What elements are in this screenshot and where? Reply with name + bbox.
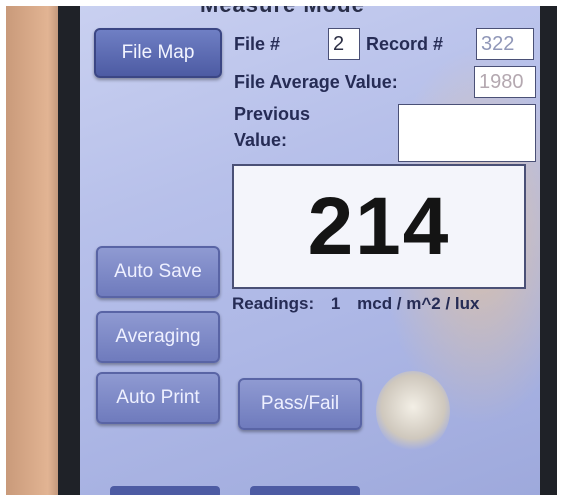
bottom-button-edge-right[interactable]	[250, 486, 360, 495]
readings-label: Readings:	[232, 294, 315, 313]
file-map-button[interactable]: File Map	[94, 28, 222, 78]
previous-value-label-line2: Value:	[234, 130, 288, 150]
pass-fail-label: Pass/Fail	[260, 393, 340, 414]
auto-save-button[interactable]: Auto Save	[96, 246, 220, 298]
device-screen: Measure Mode File Map Auto Save Averagin…	[80, 6, 540, 495]
reading-units: mcd / m^2 / lux	[357, 294, 480, 313]
record-number-field[interactable]: 322	[476, 28, 534, 60]
reading-value: 214	[307, 180, 451, 272]
photo-frame: Measure Mode File Map Auto Save Averagin…	[6, 6, 557, 495]
auto-save-label: Auto Save	[114, 261, 202, 282]
file-number-label: File #	[234, 34, 281, 54]
reading-display: 214	[232, 164, 526, 289]
file-number-field[interactable]: 2	[328, 28, 360, 60]
file-average-label: File Average Value:	[234, 72, 398, 92]
reflection-blob	[376, 371, 450, 451]
previous-value-field[interactable]	[398, 104, 536, 162]
file-map-label: File Map	[121, 42, 195, 63]
record-number-label: Record #	[366, 34, 444, 54]
screen-title: Measure Mode	[200, 6, 460, 17]
averaging-label: Averaging	[115, 326, 201, 347]
previous-value-label-line1: Previous	[234, 104, 311, 124]
readings-count: 1	[330, 294, 341, 313]
auto-print-button[interactable]: Auto Print	[96, 372, 220, 424]
pass-fail-button[interactable]: Pass/Fail	[238, 378, 362, 430]
bottom-button-edge-left[interactable]	[110, 486, 220, 495]
readings-row: Readings: 1 mcd / m^2 / lux	[232, 294, 532, 316]
file-average-field[interactable]: 1980	[474, 66, 536, 98]
auto-print-label: Auto Print	[116, 387, 200, 408]
averaging-button[interactable]: Averaging	[96, 311, 220, 363]
